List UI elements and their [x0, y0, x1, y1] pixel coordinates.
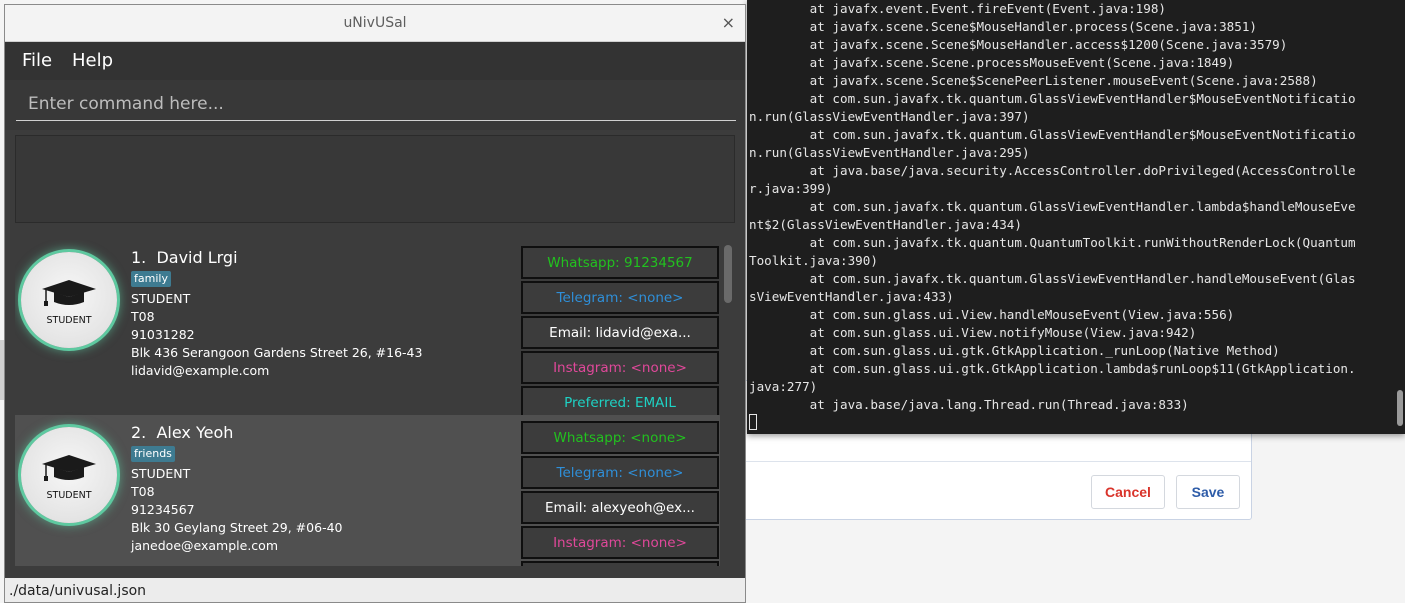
- avatar-label: STUDENT: [46, 490, 92, 501]
- preferred-contact-partial[interactable]: [521, 561, 719, 566]
- person-name-text: Alex Yeoh: [156, 423, 234, 442]
- terminal-output: at javafx.event.Event.fireEvent(Event.ja…: [749, 1, 1356, 412]
- person-phone: 91031282: [131, 327, 195, 342]
- result-display[interactable]: [15, 135, 735, 223]
- menu-file[interactable]: File: [22, 42, 52, 80]
- terminal-window[interactable]: at javafx.event.Event.fireEvent(Event.ja…: [747, 0, 1405, 434]
- avatar: STUDENT: [21, 427, 117, 523]
- person-role: STUDENT: [131, 466, 191, 481]
- person-name: 2. Alex Yeoh: [131, 423, 233, 442]
- person-phone: 91234567: [131, 502, 195, 517]
- whatsapp-contact[interactable]: Whatsapp: <none>: [521, 421, 719, 454]
- person-card[interactable]: STUDENT 1. David Lrgi family STUDENT T08…: [15, 240, 720, 419]
- person-email: lidavid@example.com: [131, 363, 270, 378]
- person-index: 2.: [131, 423, 147, 442]
- list-scrollbar-thumb[interactable]: [724, 245, 732, 303]
- person-role: STUDENT: [131, 291, 191, 306]
- graduation-cap-icon: [42, 280, 96, 306]
- whatsapp-contact[interactable]: Whatsapp: 91234567: [521, 246, 719, 279]
- tag-badge: friends: [131, 446, 175, 462]
- email-contact[interactable]: Email: alexyeoh@ex...: [521, 491, 719, 524]
- command-input[interactable]: [16, 87, 736, 121]
- telegram-contact[interactable]: Telegram: <none>: [521, 456, 719, 489]
- person-name-text: David Lrgi: [156, 248, 238, 267]
- instagram-contact[interactable]: Instagram: <none>: [521, 351, 719, 384]
- status-bar: ./data/univusal.json: [5, 578, 745, 602]
- person-address: Blk 436 Serangoon Gardens Street 26, #16…: [131, 345, 423, 360]
- menu-help[interactable]: Help: [72, 42, 113, 80]
- menu-bar: File Help: [5, 42, 745, 80]
- cancel-button[interactable]: Cancel: [1091, 475, 1165, 509]
- window-title: uNivUSal: [343, 15, 407, 31]
- person-tutorial: T08: [131, 484, 155, 499]
- avatar: STUDENT: [21, 252, 117, 348]
- telegram-contact[interactable]: Telegram: <none>: [521, 281, 719, 314]
- terminal-cursor: [749, 414, 757, 430]
- graduation-cap-icon: [42, 455, 96, 481]
- person-address: Blk 30 Geylang Street 29, #06-40: [131, 520, 343, 535]
- person-index: 1.: [131, 248, 147, 267]
- tag-badge: family: [131, 271, 171, 287]
- status-file-path: ./data/univusal.json: [9, 583, 147, 599]
- instagram-contact[interactable]: Instagram: <none>: [521, 526, 719, 559]
- person-email: janedoe@example.com: [131, 538, 278, 553]
- person-list[interactable]: STUDENT 1. David Lrgi family STUDENT T08…: [15, 240, 735, 566]
- save-button[interactable]: Save: [1176, 475, 1240, 509]
- app-window: uNivUSal × File Help STUDENT 1. David Lr…: [4, 4, 746, 603]
- person-tutorial: T08: [131, 309, 155, 324]
- terminal-scrollbar[interactable]: [1397, 390, 1403, 426]
- person-card[interactable]: STUDENT 2. Alex Yeoh friends STUDENT T08…: [15, 415, 720, 566]
- email-contact[interactable]: Email: lidavid@exa...: [521, 316, 719, 349]
- title-bar[interactable]: uNivUSal ×: [5, 5, 745, 42]
- command-box: [5, 80, 745, 130]
- close-icon[interactable]: ×: [722, 5, 735, 41]
- avatar-label: STUDENT: [46, 315, 92, 326]
- person-name: 1. David Lrgi: [131, 248, 238, 267]
